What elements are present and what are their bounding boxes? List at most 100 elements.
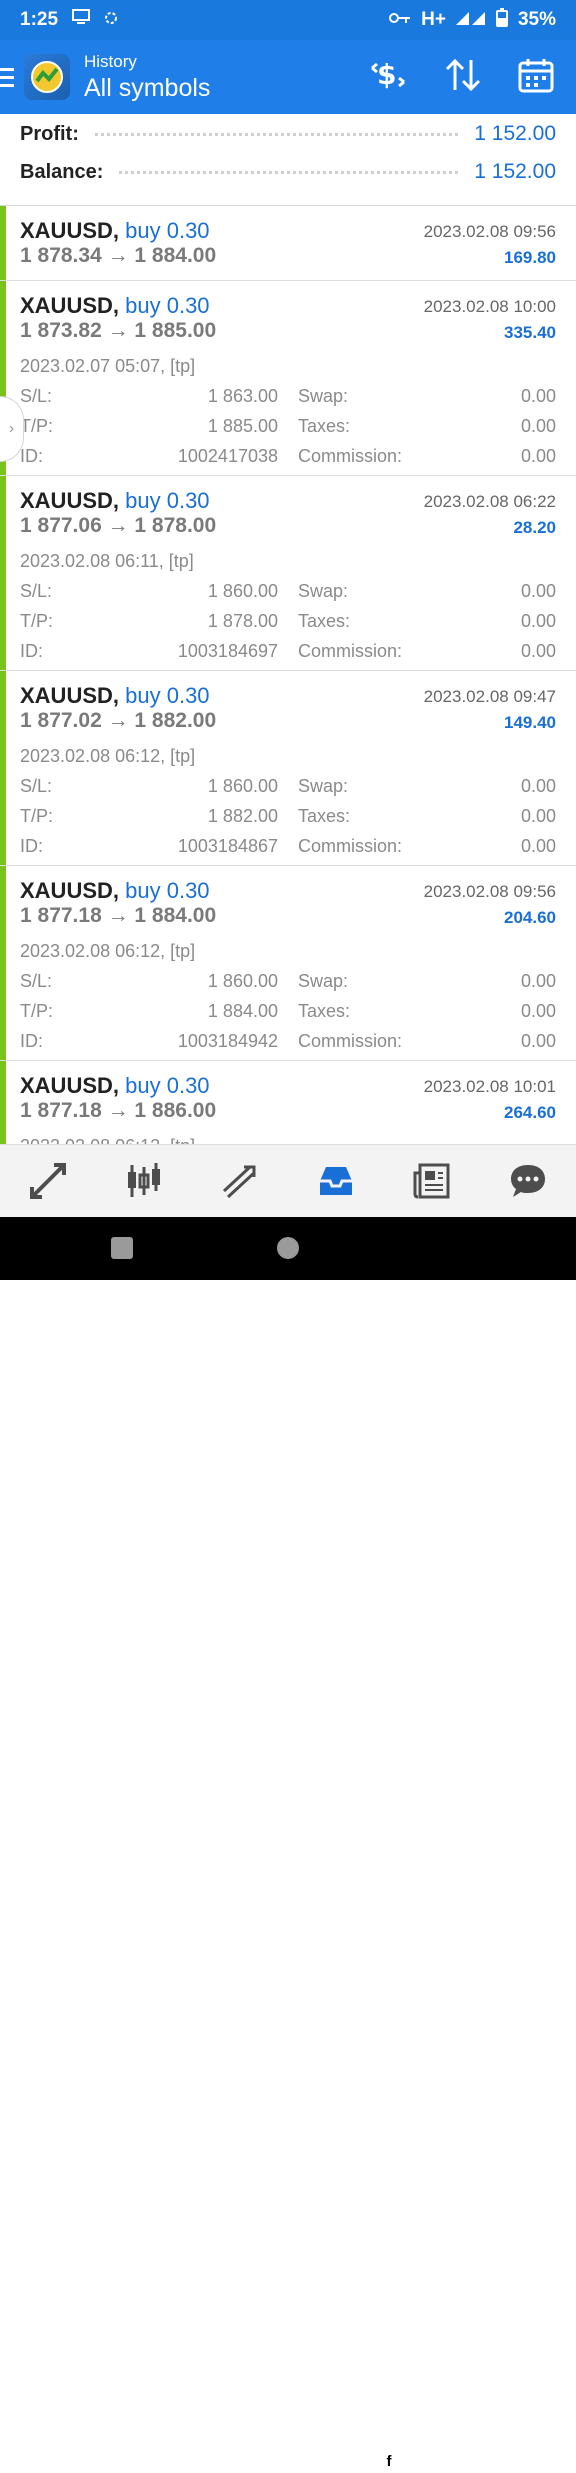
deal-open-info: 2023.02.07 05:07, [tp] <box>20 356 196 376</box>
profit-row: Profit: 1 152.00 <box>20 116 556 152</box>
deal-details: 2023.02.08 06:12, [tp] <box>0 1134 576 1144</box>
svg-text:$: $ <box>377 58 396 91</box>
swap-label: Swap: <box>298 581 349 601</box>
app-logo <box>24 54 70 100</box>
quotes-icon[interactable] <box>23 1156 73 1206</box>
deal-prices: 1 877.02 → 1 882.00 <box>20 709 217 732</box>
status-bar: 1:25 H+ 35% <box>0 0 576 40</box>
cast-icon <box>72 9 91 31</box>
deal-open-info: 2023.02.08 06:12, [tp] <box>20 1136 195 1144</box>
tp-label: T/P: <box>20 611 54 631</box>
menu-icon[interactable] <box>0 40 18 114</box>
sl-value: 1 860.00 <box>207 581 278 601</box>
deal-side: buy 0.30 <box>125 1073 210 1098</box>
id-value: 1002417038 <box>177 446 278 466</box>
deal-prices: 1 877.06 → 1 878.00 <box>20 514 217 537</box>
header-subtitle: History <box>84 51 137 71</box>
sl-label: S/L: <box>20 971 53 991</box>
commission-label: Commission: <box>298 641 403 661</box>
deal-item[interactable]: XAUUSD, buy 0.30 1 877.18 → 1 886.00 202… <box>0 1061 576 1144</box>
taxes-label: Taxes: <box>298 806 351 826</box>
tp-label: T/P: <box>20 806 54 826</box>
deal-prices: 1 873.82 → 1 885.00 <box>20 319 217 342</box>
sl-value: 1 860.00 <box>207 776 278 796</box>
deal-prices: 1 878.34 → 1 884.00 <box>20 244 217 267</box>
history-icon[interactable] <box>311 1156 361 1206</box>
sl-label: S/L: <box>20 776 53 796</box>
calendar-icon[interactable] <box>518 57 554 98</box>
home-icon[interactable] <box>277 1237 299 1259</box>
deal-open-info: 2023.02.08 06:12, [tp] <box>20 941 196 961</box>
commission-label: Commission: <box>298 836 403 856</box>
swap-value: 0.00 <box>520 581 556 601</box>
id-label: ID: <box>20 641 44 661</box>
taxes-value: 0.00 <box>520 611 556 631</box>
deal-time: 2023.02.08 09:47 <box>423 687 556 706</box>
taxes-value: 0.00 <box>520 416 556 436</box>
commission-label: Commission: <box>298 1031 403 1051</box>
commission-label: Commission: <box>298 446 403 466</box>
dotted-leader <box>119 170 459 174</box>
swap-label: Swap: <box>298 971 349 991</box>
id-value: 1003184697 <box>177 641 278 661</box>
taxes-value: 0.00 <box>520 806 556 826</box>
deal-details: 2023.02.07 05:07, [tp] S/L: 1 863.00 Swap:… <box>0 354 576 475</box>
profit-label: Profit: <box>20 122 79 145</box>
sl-label: S/L: <box>20 581 53 601</box>
header-title[interactable]: All symbols <box>84 74 210 103</box>
trade-icon[interactable] <box>215 1156 265 1206</box>
deal-profit: 335.40 <box>504 323 556 342</box>
deal-item[interactable]: XAUUSD, buy 0.30 1 877.06 → 1 878.00 202… <box>0 476 576 671</box>
commission-value: 0.00 <box>520 446 556 466</box>
id-value: 1003184942 <box>177 1031 278 1051</box>
id-label: ID: <box>20 836 44 856</box>
deal-symbol: XAUUSD, <box>20 218 120 243</box>
facebook-icon: f <box>379 2451 399 2471</box>
chart-icon[interactable] <box>119 1156 169 1206</box>
swap-value: 0.00 <box>520 776 556 796</box>
watermark-text: @Arz Muhammad <box>402 2449 572 2472</box>
deal-prices: 1 877.18 → 1 884.00 <box>20 904 217 927</box>
tp-value: 1 878.00 <box>207 611 278 631</box>
deals-list[interactable]: XAUUSD, buy 0.30 1 878.34 → 1 884.00 202… <box>0 206 576 1144</box>
tp-label: T/P: <box>20 416 54 436</box>
deal-time: 2023.02.08 09:56 <box>423 882 556 901</box>
deal-profit: 264.60 <box>504 1103 556 1122</box>
deal-item[interactable]: XAUUSD, buy 0.30 1 878.34 → 1 884.00 202… <box>0 206 576 281</box>
commission-value: 0.00 <box>520 836 556 856</box>
deal-profit: 28.20 <box>513 518 556 537</box>
tp-value: 1 885.00 <box>207 416 278 436</box>
id-label: ID: <box>20 1031 44 1051</box>
news-icon[interactable] <box>407 1156 457 1206</box>
deal-item[interactable]: XAUUSD, buy 0.30 1 877.02 → 1 882.00 202… <box>0 671 576 866</box>
deal-symbol: XAUUSD, <box>20 878 120 903</box>
swap-label: Swap: <box>298 386 349 406</box>
tp-label: T/P: <box>20 1001 54 1021</box>
watermark: f @Arz Muhammad <box>379 2449 572 2473</box>
deal-item[interactable]: XAUUSD, buy 0.30 1 877.18 → 1 884.00 202… <box>0 866 576 1061</box>
deal-side: buy 0.30 <box>125 683 210 708</box>
deal-side: buy 0.30 <box>125 293 210 318</box>
battery-percent: 35% <box>517 9 556 30</box>
deal-symbol: XAUUSD, <box>20 293 120 318</box>
deal-item[interactable]: XAUUSD, buy 0.30 1 873.82 → 1 885.00 202… <box>0 281 576 476</box>
deal-profit: 149.40 <box>504 713 556 732</box>
deal-time: 2023.02.08 10:01 <box>423 1077 556 1096</box>
id-label: ID: <box>20 446 44 466</box>
deal-open-info: 2023.02.08 06:11, [tp] <box>20 551 194 571</box>
network-type: H+ <box>421 9 446 30</box>
chat-icon[interactable] <box>503 1156 553 1206</box>
deal-symbol: XAUUSD, <box>20 1073 120 1098</box>
deal-symbol: XAUUSD, <box>20 488 120 513</box>
recent-apps-icon[interactable] <box>111 1237 133 1259</box>
balance-row: Balance: 1 152.00 <box>20 154 556 190</box>
key-icon <box>389 9 411 31</box>
deal-details: 2023.02.08 06:12, [tp] S/L: 1 860.00 Swap:… <box>0 744 576 865</box>
sort-icon[interactable] <box>444 58 482 97</box>
dollar-exchange-icon[interactable]: $ <box>368 58 408 97</box>
clock: 1:25 <box>20 9 59 30</box>
deal-details: 2023.02.08 06:12, [tp] S/L: 1 860.00 Swap:… <box>0 939 576 1060</box>
deal-profit: 204.60 <box>504 908 556 927</box>
swap-value: 0.00 <box>520 971 556 991</box>
deal-open-info: 2023.02.08 06:12, [tp] <box>20 746 196 766</box>
